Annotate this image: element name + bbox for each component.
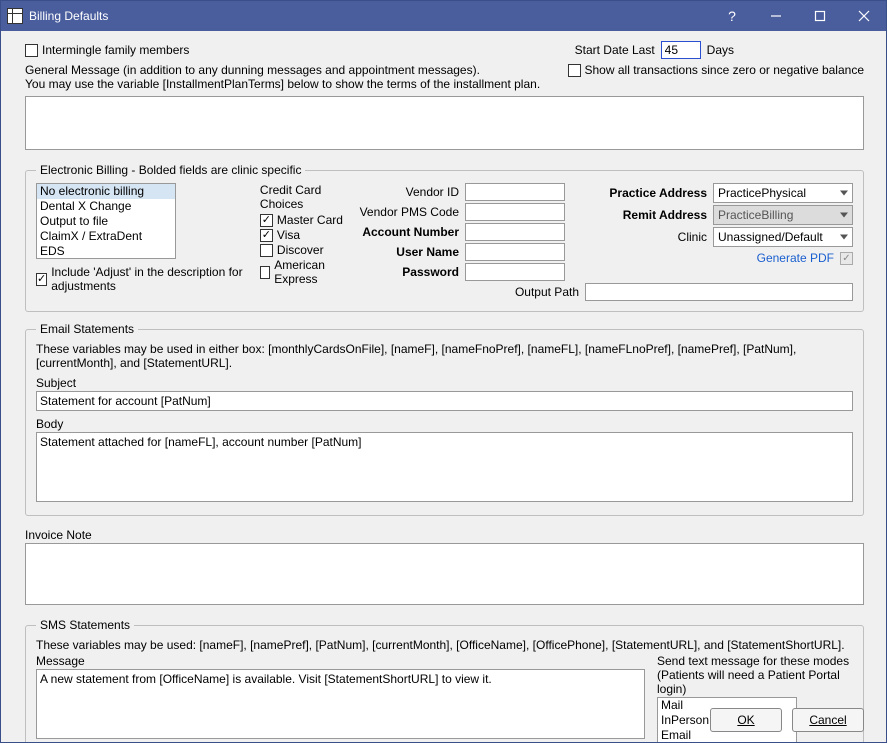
generate-pdf-link[interactable]: Generate PDF — [757, 251, 834, 265]
sms-message-textarea[interactable] — [36, 669, 645, 739]
app-icon — [7, 8, 23, 24]
billing-defaults-window: Billing Defaults ? Intermingle family me… — [0, 0, 887, 743]
close-button[interactable] — [842, 1, 886, 31]
chevron-down-icon — [840, 191, 848, 196]
generate-pdf-checkbox: ✓ — [840, 252, 853, 265]
ebill-option-dentalx[interactable]: Dental X Change — [37, 199, 175, 214]
output-path-input[interactable] — [585, 283, 853, 301]
invoice-note-label: Invoice Note — [25, 528, 864, 542]
ebill-option-claimx[interactable]: ClaimX / ExtraDent — [37, 229, 175, 244]
email-statements-group: Email Statements These variables may be … — [25, 322, 864, 516]
chevron-down-icon — [840, 235, 848, 240]
ebill-option-eds[interactable]: EDS — [37, 244, 175, 259]
include-adjust-checkbox[interactable]: Include 'Adjust' in the description for … — [36, 265, 248, 293]
invoice-note-textarea[interactable] — [25, 543, 864, 605]
show-all-transactions-checkbox[interactable]: Show all transactions since zero or nega… — [568, 63, 865, 77]
remit-address-label: Remit Address — [623, 208, 707, 222]
cc-mastercard-checkbox[interactable]: Master Card — [260, 213, 348, 227]
intermingle-checkbox[interactable]: Intermingle family members — [25, 43, 189, 57]
sms-modes-label-1: Send text message for these modes — [657, 654, 853, 668]
email-variables-text: These variables may be used in either bo… — [36, 342, 853, 370]
start-date-last-label: Start Date Last — [575, 43, 655, 57]
password-label: Password — [402, 265, 459, 279]
intermingle-label: Intermingle family members — [42, 43, 189, 57]
maximize-button[interactable] — [798, 1, 842, 31]
remit-address-combo: PracticeBilling — [713, 205, 853, 225]
email-subject-input[interactable] — [36, 391, 853, 411]
help-button[interactable]: ? — [710, 1, 754, 31]
email-body-label: Body — [36, 417, 853, 431]
email-statements-legend: Email Statements — [36, 322, 138, 336]
cc-discover-checkbox[interactable]: Discover — [260, 243, 348, 257]
electronic-billing-legend: Electronic Billing - Bolded fields are c… — [36, 163, 305, 177]
general-message-desc-2: You may use the variable [InstallmentPla… — [25, 77, 568, 91]
electronic-billing-list[interactable]: No electronic billing Dental X Change Ou… — [36, 183, 176, 259]
ebill-option-none[interactable]: No electronic billing — [37, 184, 175, 199]
sms-variables-text: These variables may be used: [nameF], [n… — [36, 638, 853, 652]
include-adjust-label: Include 'Adjust' in the description for … — [51, 265, 248, 293]
user-name-label: User Name — [396, 245, 459, 259]
show-all-transactions-label: Show all transactions since zero or nega… — [585, 63, 865, 77]
titlebar: Billing Defaults ? — [1, 1, 886, 31]
sms-statements-legend: SMS Statements — [36, 618, 134, 632]
credit-card-choices-label: Credit Card Choices — [260, 183, 348, 211]
email-subject-label: Subject — [36, 376, 853, 390]
electronic-billing-group: Electronic Billing - Bolded fields are c… — [25, 163, 864, 312]
practice-address-label: Practice Address — [609, 186, 707, 200]
practice-address-combo[interactable]: PracticePhysical — [713, 183, 853, 203]
vendor-id-input[interactable] — [465, 183, 565, 201]
account-number-input[interactable] — [465, 223, 565, 241]
start-date-last-input[interactable] — [661, 41, 701, 59]
password-input[interactable] — [465, 263, 565, 281]
clinic-combo[interactable]: Unassigned/Default — [713, 227, 853, 247]
account-number-label: Account Number — [362, 225, 459, 239]
sms-modes-label-2: (Patients will need a Patient Portal log… — [657, 668, 853, 696]
chevron-down-icon — [840, 213, 848, 218]
general-message-textarea[interactable] — [25, 96, 864, 150]
sms-message-label: Message — [36, 654, 645, 668]
cc-visa-checkbox[interactable]: Visa — [260, 228, 348, 242]
ebill-option-output[interactable]: Output to file — [37, 214, 175, 229]
general-message-desc-1: General Message (in addition to any dunn… — [25, 63, 568, 77]
vendor-pms-label: Vendor PMS Code — [360, 205, 459, 219]
vendor-id-label: Vendor ID — [406, 185, 459, 199]
minimize-button[interactable] — [754, 1, 798, 31]
window-title: Billing Defaults — [29, 9, 710, 23]
cc-amex-checkbox[interactable]: American Express — [260, 258, 348, 286]
ok-button[interactable]: OK — [710, 708, 782, 732]
email-body-textarea[interactable] — [36, 432, 853, 502]
vendor-pms-input[interactable] — [465, 203, 565, 221]
days-label: Days — [707, 43, 734, 57]
clinic-label: Clinic — [678, 230, 707, 244]
user-name-input[interactable] — [465, 243, 565, 261]
cancel-button[interactable]: Cancel — [792, 708, 864, 732]
output-path-label: Output Path — [515, 285, 579, 299]
